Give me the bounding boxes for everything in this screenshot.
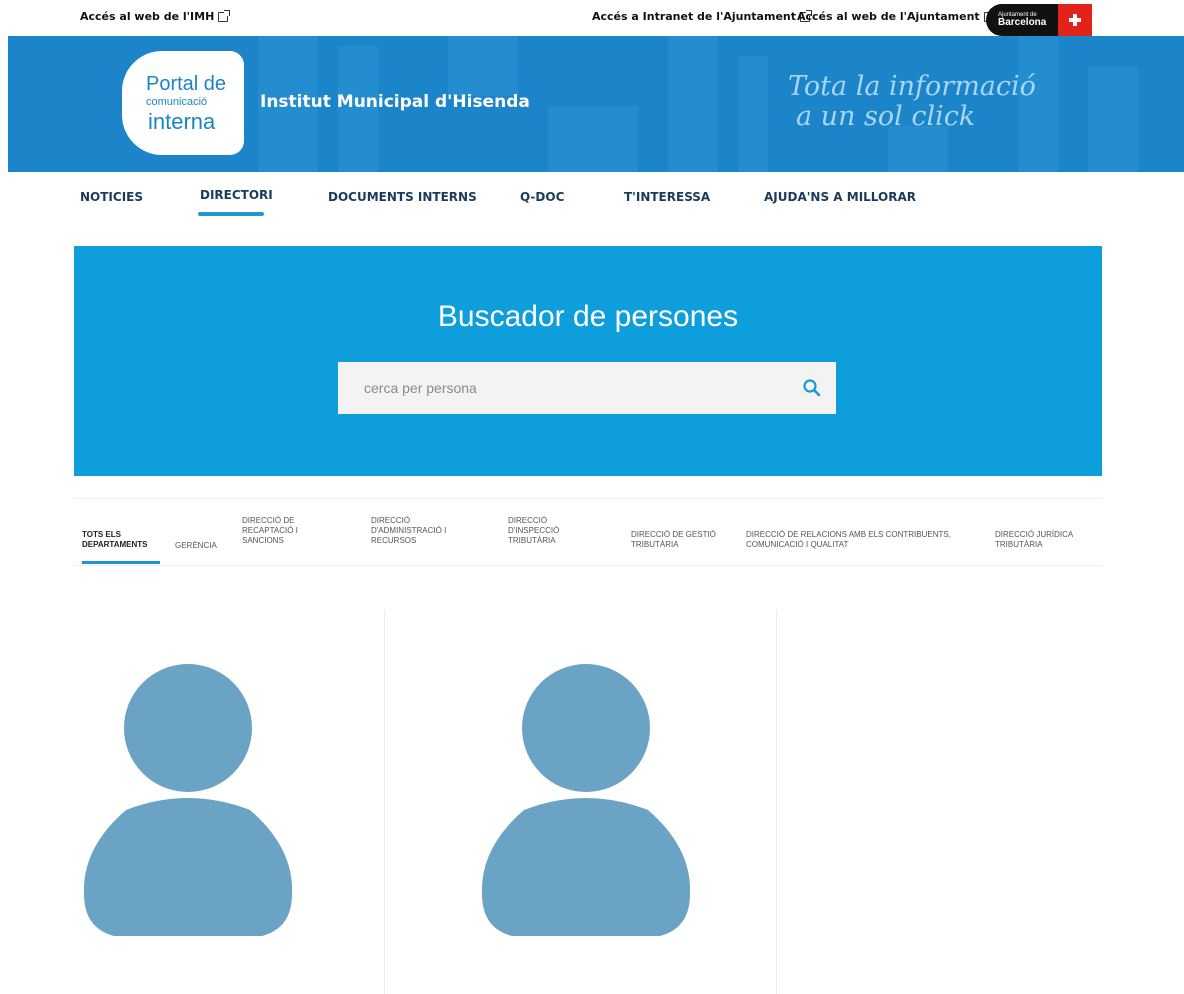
intranet-link[interactable]: Accés a Intranet de l'Ajuntament — [592, 9, 812, 23]
barcelona-logo-big: Barcelona — [998, 17, 1047, 28]
tab-direccio-recaptacio[interactable]: DIRECCIÓ DE RECAPTACIÓ I SANCIONS — [242, 516, 318, 546]
person-card[interactable] — [0, 610, 392, 994]
tab-active-indicator — [82, 561, 160, 564]
nav-item-noticies[interactable]: NOTICIES — [80, 190, 143, 204]
imh-web-link-label: Accés al web de l'IMH — [80, 10, 215, 23]
tab-gerencia[interactable]: GERÈNCIA — [175, 541, 229, 551]
barcelona-logo-text: Ajuntament de Barcelona — [998, 12, 1046, 28]
tab-tots-els-departaments[interactable]: TOTS ELS DEPARTAMENTS — [82, 530, 162, 550]
logo-line-2: comunicació — [146, 96, 208, 108]
site-title: Institut Municipal d'Hisenda — [260, 92, 530, 112]
logo-line-3: interna — [148, 109, 216, 134]
tab-direccio-gestio[interactable]: DIRECCIÓ DE GESTIÓ TRIBUTÀRIA — [631, 530, 731, 550]
person-silhouette-icon — [83, 664, 293, 936]
person-silhouette-icon — [481, 664, 691, 936]
tab-direccio-relacions-contribuents[interactable]: DIRECCIÓ DE RELACIONS AMB ELS CONTRIBUEN… — [746, 530, 986, 550]
magnifier-icon — [803, 379, 821, 397]
header-banner: Portal de comunicació interna Institut M… — [8, 36, 1184, 172]
search-box — [338, 362, 836, 414]
tab-direccio-administracio[interactable]: DIRECCIÓ D'ADMINISTRACIÓ I RECURSOS — [371, 516, 467, 546]
barcelona-cross-icon — [1058, 4, 1092, 36]
card-divider — [776, 610, 777, 994]
tab-direccio-inspeccio[interactable]: DIRECCIÓ D'INSPECCIÓ TRIBUTÀRIA — [508, 516, 588, 546]
search-button[interactable] — [800, 376, 824, 400]
nav-item-directori[interactable]: DIRECTORI — [200, 188, 273, 202]
intranet-link-label: Accés a Intranet de l'Ajuntament — [592, 10, 796, 23]
tagline: Tota la informació a un sol click — [788, 72, 1036, 132]
barcelona-logo[interactable]: Ajuntament de Barcelona — [986, 4, 1092, 36]
nav-item-tinteressa[interactable]: T'INTERESSA — [624, 190, 710, 204]
person-cards — [0, 610, 1184, 994]
tagline-line-1: Tota la informació — [788, 71, 1036, 102]
card-divider — [384, 610, 385, 994]
tagline-line-2: a un sol click — [796, 101, 976, 132]
search-title: Buscador de persones — [437, 300, 739, 333]
portal-logo[interactable]: Portal de comunicació interna — [122, 51, 244, 155]
person-card[interactable] — [392, 610, 784, 994]
ajuntament-web-link-label: Accés al web de l'Ajuntament — [797, 10, 980, 23]
nav-active-indicator — [198, 212, 264, 216]
people-search-section: Buscador de persones — [74, 246, 1102, 476]
external-link-icon — [218, 9, 231, 22]
imh-web-link[interactable]: Accés al web de l'IMH — [80, 9, 231, 23]
logo-line-1: Portal de — [146, 73, 227, 95]
nav-item-documents-interns[interactable]: DOCUMENTS INTERNS — [328, 190, 477, 204]
tab-direccio-juridica[interactable]: DIRECCIÓ JURÍDICA TRIBUTÀRIA — [995, 530, 1095, 550]
nav-item-ajudans-a-millorar[interactable]: AJUDA'NS A MILLORAR — [764, 190, 916, 204]
main-nav: NOTICIES DIRECTORI DOCUMENTS INTERNS Q-D… — [0, 172, 1184, 228]
top-utility-bar: Accés al web de l'IMH Accés a Intranet d… — [0, 0, 1184, 36]
ajuntament-web-link[interactable]: Accés al web de l'Ajuntament — [797, 9, 996, 23]
nav-item-q-doc[interactable]: Q-DOC — [520, 190, 564, 204]
person-search-input[interactable] — [338, 362, 778, 414]
